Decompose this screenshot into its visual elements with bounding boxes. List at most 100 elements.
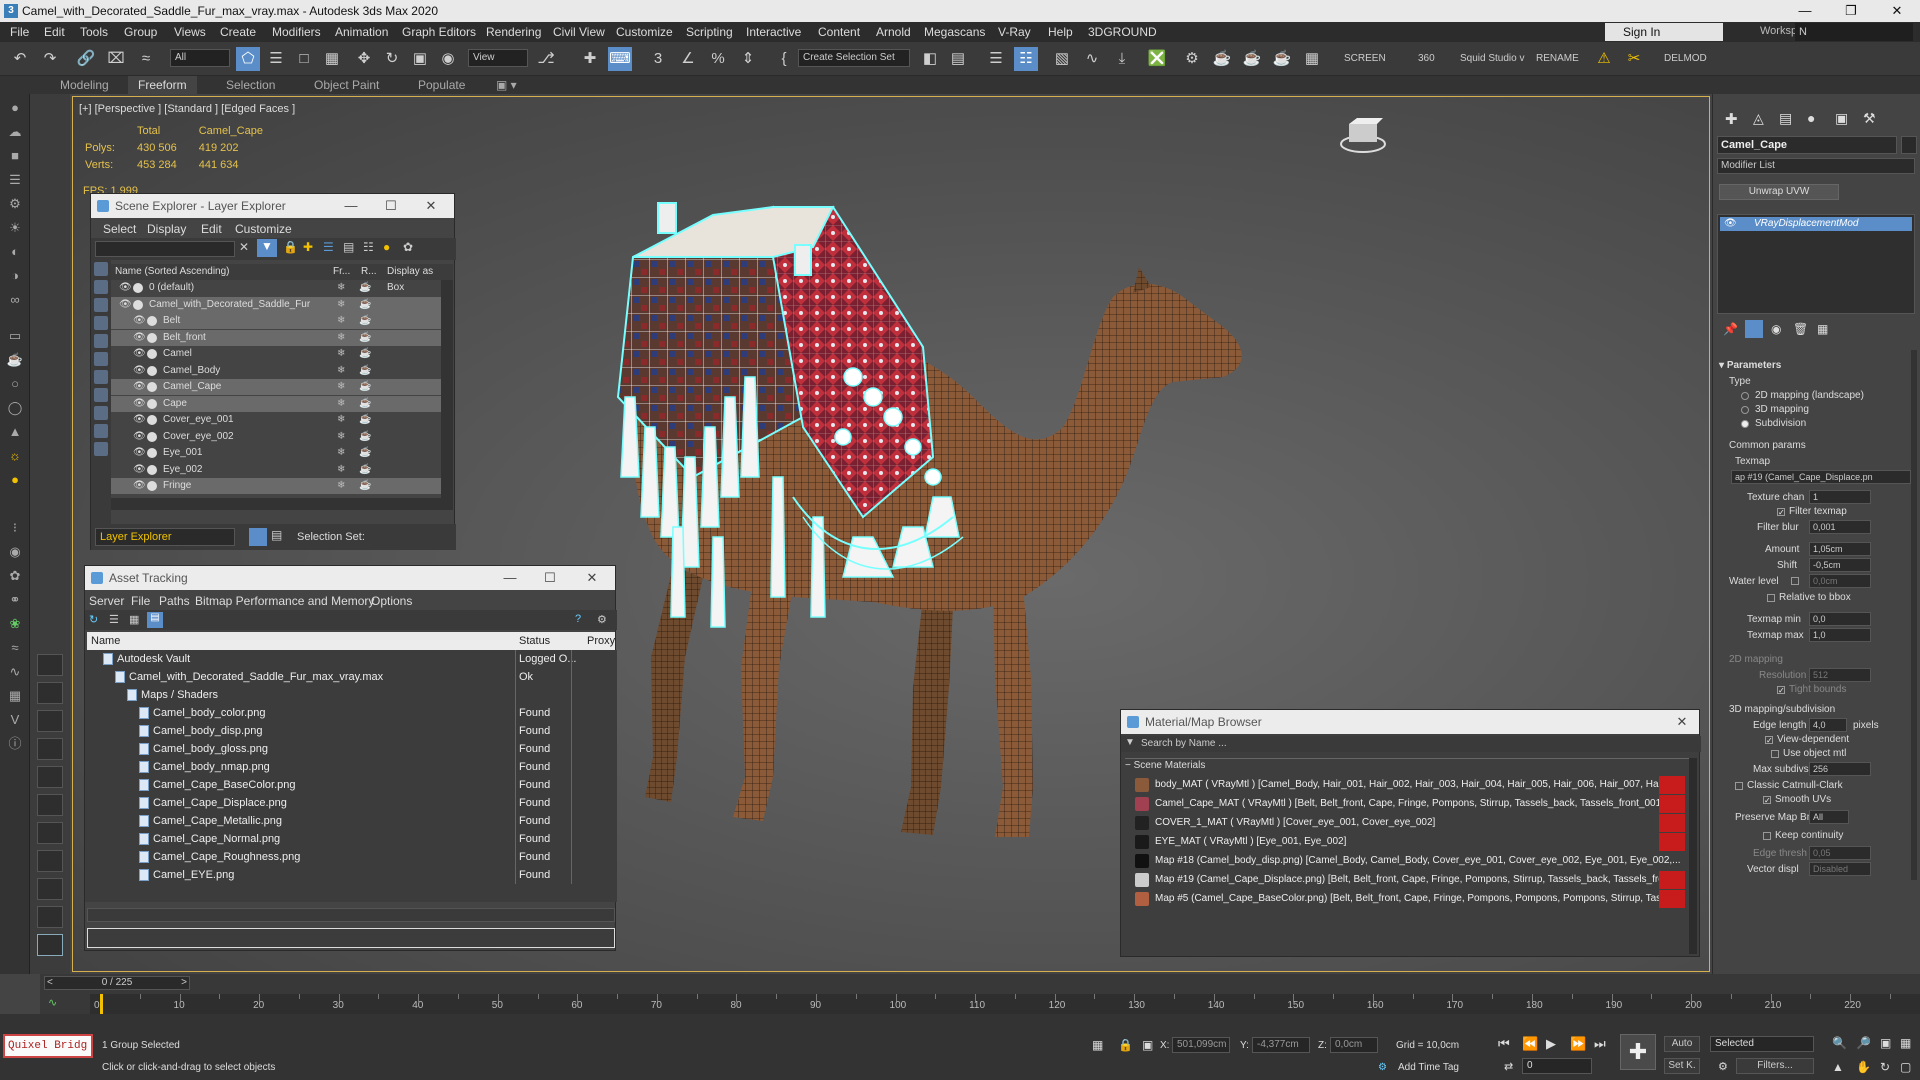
se-menu-display[interactable]: Display (147, 222, 186, 236)
curve-editor-icon[interactable]: ▧ (1050, 47, 1074, 71)
at-menu-file[interactable]: File (131, 594, 150, 608)
menu-rendering[interactable]: Rendering (486, 25, 541, 39)
filter-cameras-icon[interactable] (94, 316, 108, 330)
at-settings-icon[interactable]: ⚙ (597, 613, 607, 626)
at-hscrollbar[interactable] (87, 908, 615, 922)
curve-editor-toggle-icon[interactable]: ∿ (48, 996, 57, 1009)
visibility-eye-icon[interactable]: 👁 (133, 478, 146, 494)
layout-tab-1[interactable] (37, 654, 63, 676)
unlink-icon[interactable]: ⌧ (104, 47, 128, 71)
at-tree-row[interactable]: Camel_EYE.png Found (87, 866, 615, 884)
menu-tools[interactable]: Tools (80, 25, 108, 39)
menu-civil-view[interactable]: Civil View (553, 25, 605, 39)
material-list-item[interactable]: Map #19 (Camel_Cape_Displace.png) [Belt,… (1133, 871, 1685, 889)
se-tree-row[interactable]: 👁 Camel_with_Decorated_Saddle_Fur ❄ ☕ (111, 296, 441, 313)
layers-toggle-icon[interactable] (249, 528, 267, 546)
workspaces-dropdown[interactable]: N (1795, 23, 1913, 41)
layout-tab-11[interactable] (37, 934, 63, 956)
info-icon[interactable]: ⓘ (5, 734, 25, 754)
cloud-icon[interactable]: ☁ (5, 122, 25, 142)
se-tree-row[interactable]: 👁 Camel_Body ❄ ☕ (111, 363, 441, 379)
menu-megascans[interactable]: Megascans (924, 25, 985, 39)
create-tab-icon[interactable]: ✚ (1725, 110, 1738, 128)
link-icon[interactable]: 🔗 (74, 47, 98, 71)
menu-help[interactable]: Help (1048, 25, 1073, 39)
freeze-icon[interactable]: ❄ (337, 445, 345, 461)
freeze-icon[interactable]: ❄ (337, 297, 345, 313)
hierarchy-icon[interactable]: ▤ (343, 240, 354, 254)
tab-selection[interactable]: Selection (216, 76, 285, 94)
texmap-max-spinner[interactable]: 1,0 (1809, 628, 1871, 642)
layout-tab-2[interactable] (37, 682, 63, 704)
material-list-item[interactable]: Map #18 (Camel_body_disp.png) [Camel_Bod… (1133, 852, 1685, 870)
angle-snap-icon[interactable]: ∠ (676, 47, 700, 71)
rotate-icon[interactable]: ↻ (380, 47, 404, 71)
freeze-icon[interactable]: ❄ (337, 429, 345, 445)
se-search-input[interactable] (95, 241, 235, 257)
scale-icon[interactable]: ▣ (408, 47, 432, 71)
globe-icon[interactable]: ⚭ (5, 590, 25, 610)
scatter-icon[interactable]: ✿ (5, 566, 25, 586)
use-object-mtl-checkbox[interactable] (1771, 750, 1779, 758)
selection-lock-icon[interactable]: 🔒 (1118, 1038, 1133, 1052)
at-menu-server[interactable]: Server (89, 594, 124, 608)
utilities-tab-icon[interactable]: ⚒ (1863, 110, 1876, 127)
render-icon[interactable]: ☕ (359, 330, 371, 346)
hierarchy-tab-icon[interactable]: ▤ (1779, 110, 1792, 127)
at-tree-row[interactable]: Camel_body_disp.png Found (87, 722, 615, 740)
render-icon[interactable]: ☕ (359, 379, 371, 395)
viewport-label[interactable]: [+] [Perspective ] [Standard ] [Edged Fa… (79, 103, 295, 115)
texmap-button[interactable]: ap #19 (Camel_Cape_Displace.pn (1731, 470, 1911, 484)
modify-tab-icon[interactable]: ◬ (1753, 110, 1764, 127)
vray-icon[interactable]: V (5, 710, 25, 730)
menu-scripting[interactable]: Scripting (686, 25, 733, 39)
leaf-icon[interactable]: ❀ (5, 614, 25, 634)
render-icon[interactable]: ☕ (359, 462, 371, 478)
motion-tab-icon[interactable]: ● (1807, 110, 1815, 126)
visibility-eye-icon[interactable]: 👁 (133, 379, 146, 395)
keyboard-shortcut-icon[interactable]: ⌨ (608, 47, 632, 71)
menu-graph-editors[interactable]: Graph Editors (402, 25, 476, 39)
se-tree-row[interactable]: 👁 Eye_002 ❄ ☕ (111, 462, 441, 478)
layers-icon[interactable]: ☰ (323, 240, 334, 254)
visibility-eye-icon[interactable]: 👁 (133, 429, 146, 445)
layout-tab-9[interactable] (37, 878, 63, 900)
at-list-icon[interactable]: ☰ (109, 613, 119, 626)
rect-selection-icon[interactable]: □ (292, 47, 316, 71)
scene-explorer-titlebar[interactable]: Scene Explorer - Layer Explorer — ☐ ✕ (91, 194, 454, 218)
layout-tab-7[interactable] (37, 822, 63, 844)
se-scrollbar[interactable] (441, 280, 453, 498)
layout-tab-5[interactable] (37, 766, 63, 788)
layout-tab-8[interactable] (37, 850, 63, 872)
visibility-eye-icon[interactable]: 👁 (133, 363, 146, 379)
zoom-all-icon[interactable]: 🔎 (1856, 1036, 1871, 1050)
freeze-icon[interactable]: ❄ (337, 346, 345, 362)
zoom-extents-icon[interactable]: ▣ (1880, 1036, 1891, 1050)
mesh-icon[interactable]: ▦ (5, 686, 25, 706)
se-tree-row[interactable]: 👁 Cover_eye_001 ❄ ☕ (111, 412, 441, 428)
at-tree-row[interactable]: Camel_body_nmap.png Found (87, 758, 615, 776)
se-close-button[interactable]: ✕ (416, 194, 446, 218)
tab-object-paint[interactable]: Object Paint (304, 76, 389, 94)
delmod-button[interactable]: DELMOD (1664, 53, 1707, 64)
screen-script-button[interactable]: SCREEN (1344, 53, 1386, 64)
particles-icon[interactable]: ⁝ (5, 518, 25, 538)
freeze-icon[interactable]: ❄ (337, 396, 345, 412)
explorer-type-dropdown[interactable]: Layer Explorer (95, 528, 235, 546)
visibility-eye-icon[interactable]: 👁 (133, 396, 146, 412)
filter-icon[interactable]: ▼ (257, 239, 277, 257)
shift-spinner[interactable]: -0,5cm (1809, 558, 1871, 572)
parameters-rollout[interactable]: ▾ Parameters (1719, 360, 1781, 371)
filter-containers-icon[interactable] (94, 424, 108, 438)
filter-groups-icon[interactable] (94, 370, 108, 384)
menu-views[interactable]: Views (174, 25, 206, 39)
move-icon[interactable]: ✥ (352, 47, 376, 71)
menu-modifiers[interactable]: Modifiers (272, 25, 321, 39)
filter-helpers-icon[interactable] (94, 334, 108, 348)
at-maximize-button[interactable]: ☐ (535, 566, 565, 590)
fov-icon[interactable]: ▲ (1832, 1060, 1844, 1074)
time-slider-next-icon[interactable]: > (181, 977, 187, 989)
max-subdivs-spinner[interactable]: 256 (1809, 762, 1871, 776)
stack-eye-icon[interactable]: 👁 (1724, 218, 1737, 229)
object-name-field[interactable]: Camel_Cape (1717, 136, 1897, 154)
